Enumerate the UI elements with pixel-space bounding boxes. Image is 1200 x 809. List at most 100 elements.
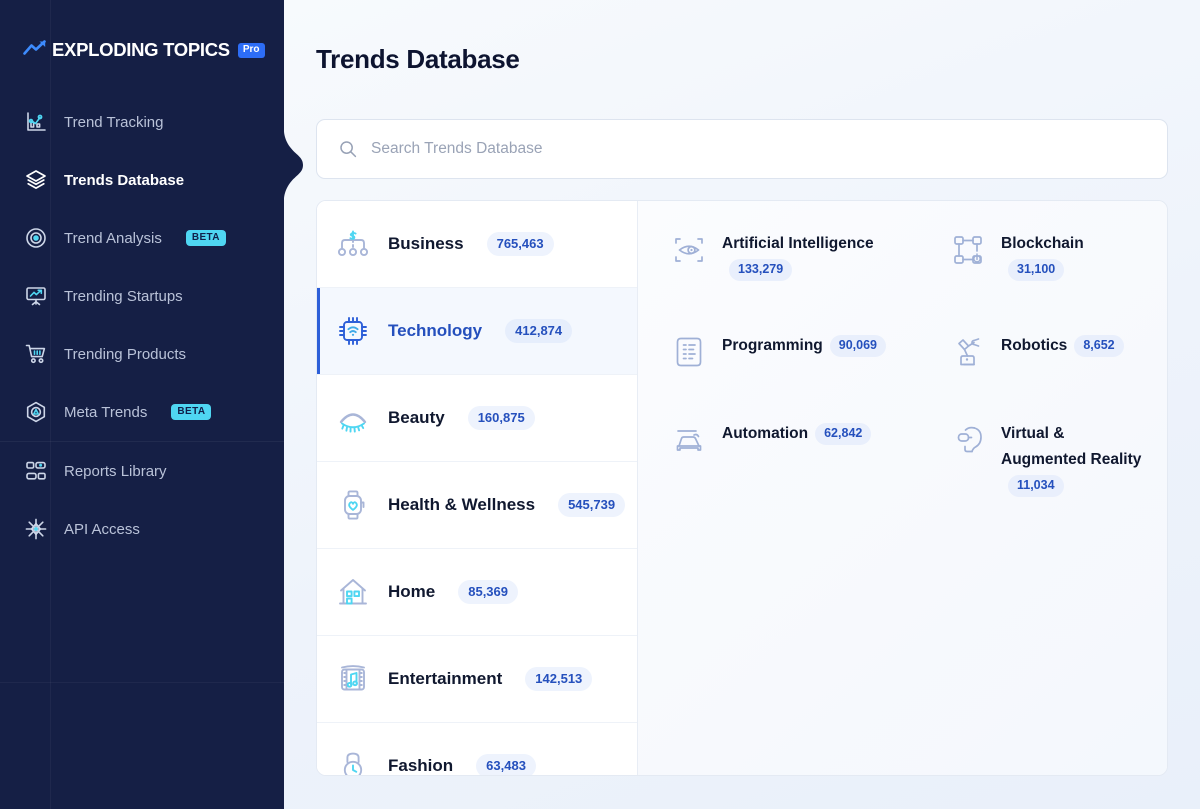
sidebar-item-meta-trends[interactable]: Meta Trends BETA [0, 383, 284, 441]
category-count-badge: 63,483 [476, 754, 536, 775]
category-count-badge: 545,739 [558, 493, 625, 517]
subcategory-body: Programming 90,069 [722, 331, 886, 359]
subcategory-label: Virtual & Augmented Reality [1001, 425, 1141, 468]
main-content: Trends Database Business 765,463 Technolog… [284, 0, 1200, 809]
layers-icon [24, 168, 48, 192]
subcategory-item[interactable]: Programming 90,069 [670, 331, 935, 371]
blockchain-nodes-icon [949, 231, 987, 269]
category-row[interactable]: Beauty 160,875 [317, 375, 637, 462]
category-label: Entertainment [388, 669, 502, 689]
category-count-badge: 160,875 [468, 406, 535, 430]
trends-browser: Business 765,463 Technology 412,874 Beauty 16… [316, 200, 1168, 776]
brand-name: EXPLODING TOPICS [52, 39, 230, 61]
sidebar-item-label: API Access [64, 521, 140, 538]
category-count-badge: 412,874 [505, 319, 572, 343]
sidebar-item-label: Trending Products [64, 346, 186, 363]
sidebar-item-label: Trends Database [64, 172, 184, 189]
hexagon-icon [24, 400, 48, 424]
api-nodes-icon [24, 517, 48, 541]
sidebar-grid-line-horizontal [0, 682, 284, 683]
code-document-icon [670, 333, 708, 371]
subcategory-item[interactable]: Blockchain 31,100 [949, 229, 1143, 283]
search-input[interactable] [371, 134, 1071, 164]
subcategory-count-badge: 8,652 [1074, 335, 1123, 357]
search-icon [339, 140, 357, 158]
org-chart-dollar-icon [331, 222, 375, 266]
category-list: Business 765,463 Technology 412,874 Beauty 16… [317, 201, 638, 775]
subcategory-item[interactable]: Robotics 8,652 [949, 331, 1143, 371]
presentation-icon [24, 284, 48, 308]
subcategory-body: Automation 62,842 [722, 419, 871, 447]
house-icon [331, 570, 375, 614]
category-row[interactable]: Health & Wellness 545,739 [317, 462, 637, 549]
sidebar-item-label: Trend Tracking [64, 114, 164, 131]
sidebar-item-trend-tracking[interactable]: Trend Tracking [0, 93, 284, 151]
subcategory-count-badge: 133,279 [729, 259, 792, 281]
subcategory-body: Robotics 8,652 [1001, 331, 1124, 359]
ai-eye-scan-icon [670, 231, 708, 269]
sidebar-item-trending-products[interactable]: Trending Products [0, 325, 284, 383]
category-label: Business [388, 234, 464, 254]
vr-headset-icon [949, 421, 987, 459]
subcategory-label: Programming [722, 337, 823, 354]
category-label: Health & Wellness [388, 495, 535, 515]
subcategory-grid: Artificial Intelligence 133,279 Blockchain… [670, 229, 1143, 499]
sidebar-item-label: Trend Analysis [64, 230, 162, 247]
sidebar-item-reports-library[interactable]: Reports Library [0, 442, 284, 500]
sidebar-item-trending-startups[interactable]: Trending Startups [0, 267, 284, 325]
category-row[interactable]: Business 765,463 [317, 201, 637, 288]
line-chart-icon [24, 110, 48, 134]
category-count-badge: 765,463 [487, 232, 554, 256]
sidebar-item-trend-analysis[interactable]: Trend Analysis BETA [0, 209, 284, 267]
sidebar-item-trends-database[interactable]: Trends Database [0, 151, 284, 209]
smartwatch-heart-icon [331, 483, 375, 527]
beta-badge: BETA [171, 404, 211, 420]
shopping-cart-icon [24, 342, 48, 366]
brand-logo[interactable]: EXPLODING TOPICS Pro [23, 38, 265, 62]
cpu-chip-wifi-icon [331, 309, 375, 353]
sidebar-item-label: Trending Startups [64, 288, 183, 305]
sidebar-item-label: Meta Trends [64, 404, 147, 421]
plan-badge: Pro [238, 43, 265, 58]
category-count-badge: 142,513 [525, 667, 592, 691]
subcategory-label: Blockchain [1001, 235, 1084, 252]
category-label: Beauty [388, 408, 445, 428]
category-row[interactable]: Entertainment 142,513 [317, 636, 637, 723]
subcategory-panel: Artificial Intelligence 133,279 Blockchain… [638, 201, 1167, 775]
category-row[interactable]: Technology 412,874 [317, 288, 637, 375]
subcategory-label: Artificial Intelligence [722, 235, 874, 252]
search-bar[interactable] [316, 119, 1168, 179]
trending-arrow-icon [23, 39, 47, 61]
subcategory-item[interactable]: Artificial Intelligence 133,279 [670, 229, 935, 283]
eye-lashes-icon [331, 396, 375, 440]
category-label: Home [388, 582, 435, 602]
target-icon [24, 226, 48, 250]
subcategory-label: Robotics [1001, 337, 1067, 354]
reports-list-icon [24, 459, 48, 483]
handbag-icon [331, 744, 375, 775]
subcategory-body: Artificial Intelligence 133,279 [722, 229, 935, 283]
subcategory-count-badge: 31,100 [1008, 259, 1064, 281]
category-row[interactable]: Home 85,369 [317, 549, 637, 636]
subcategory-body: Blockchain 31,100 [1001, 229, 1143, 283]
category-label: Technology [388, 321, 482, 341]
subcategory-count-badge: 11,034 [1008, 475, 1064, 497]
category-label: Fashion [388, 756, 453, 775]
category-row[interactable]: Fashion 63,483 [317, 723, 637, 775]
subcategory-item[interactable]: Automation 62,842 [670, 419, 935, 499]
subcategory-count-badge: 62,842 [815, 423, 871, 445]
subcategory-item[interactable]: Virtual & Augmented Reality 11,034 [949, 419, 1143, 499]
subcategory-label: Automation [722, 425, 808, 442]
automated-car-icon [670, 421, 708, 459]
sidebar-nav: Trend Tracking Trends Database Trend Analy… [0, 93, 284, 558]
sidebar: EXPLODING TOPICS Pro Trend TrackingTrend… [0, 0, 284, 809]
subcategory-count-badge: 90,069 [830, 335, 886, 357]
subcategory-body: Virtual & Augmented Reality 11,034 [1001, 419, 1143, 499]
sidebar-item-label: Reports Library [64, 463, 167, 480]
sidebar-item-api-access[interactable]: API Access [0, 500, 284, 558]
beta-badge: BETA [186, 230, 226, 246]
film-music-icon [331, 657, 375, 701]
robot-arm-icon [949, 333, 987, 371]
page-title: Trends Database [316, 44, 520, 75]
category-count-badge: 85,369 [458, 580, 518, 604]
